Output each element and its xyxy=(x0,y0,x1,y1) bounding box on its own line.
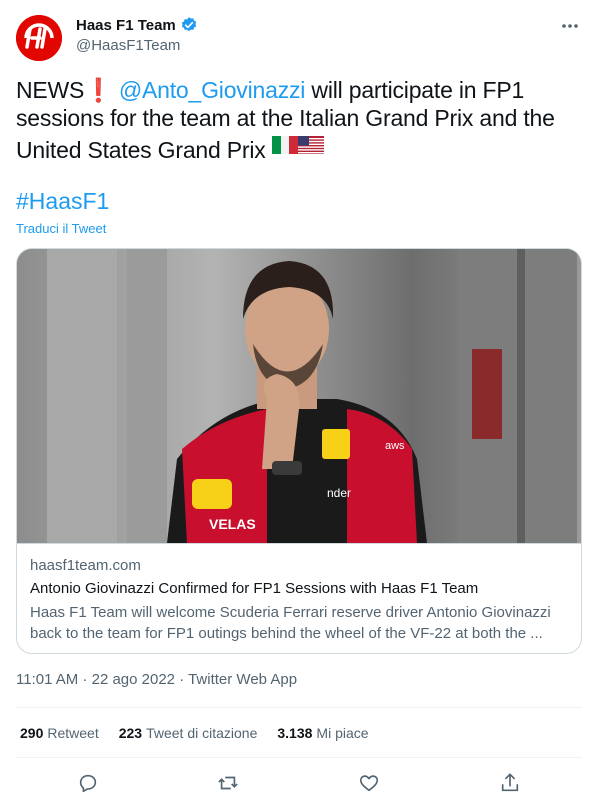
news-text: NEWS xyxy=(16,77,85,103)
tweet-time[interactable]: 11:01 AM xyxy=(16,671,78,688)
quote-tweet-stat[interactable]: 223 Tweet di citazione xyxy=(119,725,258,741)
like-stat[interactable]: 3.138 Mi piace xyxy=(277,725,368,741)
retweet-button[interactable] xyxy=(213,768,243,798)
action-bar xyxy=(16,768,582,798)
tweet-meta: 11:01 AM · 22 ago 2022 · Twitter Web App xyxy=(16,671,298,688)
tweet-header: Haas F1 Team @HaasF1Team xyxy=(16,12,582,64)
shirt-aws-text: aws xyxy=(385,440,405,452)
card-image[interactable]: VELAS nder aws xyxy=(17,249,581,543)
card-title: Antonio Giovinazzi Confirmed for FP1 Ses… xyxy=(30,580,479,597)
engagement-stats: 290 Retweet 223 Tweet di citazione 3.138 Mi… xyxy=(20,725,369,741)
hashtag-line: #HaasF1 xyxy=(16,188,109,215)
card-body[interactable]: haasf1team.com Antonio Giovinazzi Confir… xyxy=(17,543,581,653)
exclamation-emoji: ❗ xyxy=(84,77,113,103)
hashtag-link[interactable]: #HaasF1 xyxy=(16,188,109,214)
like-button[interactable] xyxy=(354,768,384,798)
tweet-date[interactable]: 22 ago 2022 xyxy=(92,671,175,688)
avatar[interactable] xyxy=(16,15,62,61)
share-button[interactable] xyxy=(495,768,525,798)
italy-flag-icon xyxy=(271,132,298,160)
card-domain: haasf1team.com xyxy=(30,557,141,574)
divider xyxy=(16,757,582,758)
card-description: Haas F1 Team will welcome Scuderia Ferra… xyxy=(30,604,551,642)
driver-photo-icon: VELAS nder aws xyxy=(17,249,581,543)
divider xyxy=(16,707,582,708)
more-options-button[interactable] xyxy=(558,16,582,36)
link-preview-card[interactable]: VELAS nder aws haasf1team.com Antonio Gi… xyxy=(16,248,582,654)
tweet-source[interactable]: Twitter Web App xyxy=(188,671,297,688)
retweet-icon xyxy=(218,776,238,790)
tweet-text: NEWS❗ @Anto_Giovinazzi will participate … xyxy=(16,76,586,164)
verified-badge-icon xyxy=(181,17,196,32)
share-icon xyxy=(501,773,519,792)
retweet-stat[interactable]: 290 Retweet xyxy=(20,725,99,741)
reply-icon xyxy=(79,774,97,793)
mention-link[interactable]: @Anto_Giovinazzi xyxy=(119,77,306,103)
haas-logo-icon xyxy=(16,15,62,61)
display-name[interactable]: Haas F1 Team xyxy=(76,17,176,34)
author-names: Haas F1 Team @HaasF1Team xyxy=(76,16,198,54)
shirt-text: VELAS xyxy=(209,516,256,532)
usa-flag-icon xyxy=(297,132,324,160)
handle[interactable]: @HaasF1Team xyxy=(76,37,198,54)
more-dots-icon xyxy=(562,24,578,28)
shirt-sponsor-text: nder xyxy=(327,486,351,500)
reply-button[interactable] xyxy=(73,768,103,798)
translate-tweet-link[interactable]: Traduci il Tweet xyxy=(16,221,106,236)
heart-icon xyxy=(359,775,379,792)
